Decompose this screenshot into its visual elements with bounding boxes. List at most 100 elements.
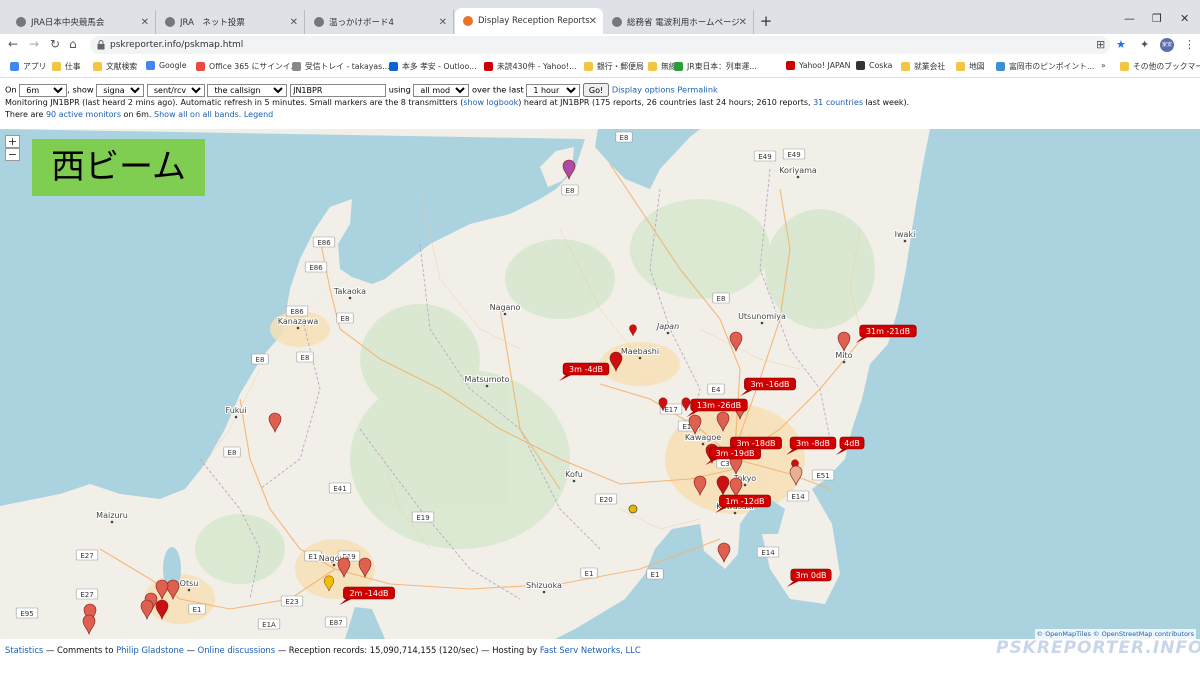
city-label: Utsunomiya <box>738 312 786 321</box>
permalink-link[interactable]: Permalink <box>677 85 717 95</box>
home-icon[interactable]: ⌂ <box>69 37 77 51</box>
bookmark-item[interactable]: 本多 孝安 - Outloo... <box>389 61 477 72</box>
bookmark-item[interactable]: Office 365 にサインイ... <box>196 61 298 72</box>
bookmark-item[interactable]: Coska <box>856 61 892 70</box>
city-label: Fukui <box>226 406 247 415</box>
bookmarks-bar: アプリ 仕事 文献検索 Google Office 365 にサインイ... 受信トレイ … <box>0 56 1200 78</box>
tab-close-icon[interactable]: ✕ <box>589 16 597 27</box>
on-label: On <box>5 84 17 95</box>
minimize-icon[interactable]: — <box>1124 12 1135 25</box>
show-all-bands-link[interactable]: Show all on all bands. <box>154 110 241 119</box>
info-text: ) heard at JN1BPR (175 reports, 26 count… <box>518 98 814 107</box>
bookmark-label: 文献検索 <box>106 62 138 71</box>
new-tab-button[interactable]: + <box>756 11 776 31</box>
tab-1[interactable]: JRA ネット投票 ✕ <box>157 10 305 34</box>
forward-icon[interactable]: → <box>29 37 39 51</box>
tab-4[interactable]: 総務省 電波利用ホームページ | 無線✕ <box>604 10 754 34</box>
map-canvas[interactable]: E8E49 E49E8E86E86E8E86E8E8 E8E4E17E17E8C3E… <box>0 129 1200 639</box>
road-shield: E23 <box>280 595 304 607</box>
road-shield-label: E8 <box>620 134 629 142</box>
bookmark-icon <box>901 62 910 71</box>
road-shield: E49 <box>753 150 777 162</box>
bookmark-item[interactable]: アプリ <box>10 61 46 72</box>
bookmark-item[interactable]: 地図 <box>956 61 985 72</box>
bookmark-item[interactable]: Google <box>146 61 187 70</box>
tab-close-icon[interactable]: ✕ <box>141 17 149 28</box>
tab-2[interactable]: 温っかけボード4 ✕ <box>306 10 454 34</box>
zoom-in-button[interactable]: + <box>5 135 20 148</box>
legend-link[interactable]: Legend <box>244 110 273 119</box>
period-select[interactable]: 1 hour <box>526 83 581 97</box>
bookmark-star-icon[interactable]: ★ <box>1116 38 1126 51</box>
close-window-icon[interactable]: ✕ <box>1180 12 1189 25</box>
tab-close-icon[interactable]: ✕ <box>290 17 298 28</box>
road-shield: E87 <box>324 616 348 628</box>
tab-3[interactable]: Display Reception Reports ✕ <box>455 8 603 34</box>
go-button[interactable]: Go! <box>582 83 610 97</box>
road-shield-label: E14 <box>791 493 805 501</box>
bookmark-item[interactable]: 仕事 <box>52 61 81 72</box>
openmaptiles-link[interactable]: © OpenMapTiles <box>1037 630 1091 638</box>
city-dot <box>743 483 747 487</box>
countries-link[interactable]: 31 countries <box>813 98 863 107</box>
road-shield-label: E8 <box>256 356 265 364</box>
bookmark-item[interactable]: 未読430件 - Yahoo!... <box>484 61 577 72</box>
reception-report-bubble[interactable]: 4dB <box>835 436 865 455</box>
osm-link[interactable]: © OpenStreetMap contributors <box>1093 630 1194 638</box>
statistics-link[interactable]: Statistics <box>5 645 43 655</box>
bookmark-item[interactable]: 富岡市のピンポイント... <box>996 61 1094 72</box>
band-select[interactable]: 6m <box>19 83 68 97</box>
road-shield-label: E86 <box>290 308 304 316</box>
address-bar[interactable]: pskreporter.info/pskmap.html <box>90 36 1110 54</box>
host-link[interactable]: Fast Serv Networks, LLC <box>540 645 641 655</box>
extensions-icon[interactable]: ✦ <box>1140 38 1149 51</box>
bookmark-item[interactable]: 銀行・郵便局 <box>584 61 644 72</box>
display-options-link[interactable]: Display options <box>612 85 675 95</box>
show-logbook-link[interactable]: show logbook <box>463 98 518 107</box>
menu-icon[interactable]: ⋮ <box>1184 38 1195 51</box>
show-select[interactable]: signals <box>96 83 145 97</box>
back-icon[interactable]: ← <box>8 37 18 51</box>
bookmark-label: Office 365 にサインイ... <box>209 62 299 71</box>
zoom-out-button[interactable]: − <box>5 148 20 161</box>
road-shield-label: E8 <box>341 315 350 323</box>
road-shield: E27 <box>75 588 99 600</box>
direction-select[interactable]: sent/rcvd by <box>146 83 205 97</box>
maximize-icon[interactable]: ❐ <box>1152 12 1162 25</box>
bookmark-item[interactable]: 無線 <box>648 61 677 72</box>
road-shield-label: E1A <box>262 621 276 629</box>
tab-favicon-icon <box>165 17 175 27</box>
bookmark-item[interactable]: JR東日本：列車運... <box>674 61 757 72</box>
bookmark-item[interactable]: » <box>1101 61 1106 70</box>
bookmark-label: 仕事 <box>65 62 81 71</box>
bookmark-label: 地図 <box>969 62 985 71</box>
active-monitors-link[interactable]: 90 active monitors <box>46 110 121 119</box>
road-shield: E4 <box>707 383 725 395</box>
tab-0[interactable]: JRA日本中央競馬会 ✕ <box>8 10 156 34</box>
fuji-marker <box>628 504 638 514</box>
bookmark-item[interactable]: 文献検索 <box>93 61 137 72</box>
translate-icon[interactable]: ⊞ <box>1096 38 1105 51</box>
bookmark-item[interactable]: その他のブックマーク <box>1120 61 1200 72</box>
bookmark-item[interactable]: Yahoo! JAPAN <box>786 61 850 70</box>
callsign-input[interactable] <box>290 83 387 97</box>
profile-avatar[interactable]: 家安 <box>1160 38 1174 52</box>
target-select[interactable]: the callsign <box>207 83 288 97</box>
city-label: Iwaki <box>895 230 916 239</box>
report-label: 1m -12dB <box>725 497 764 506</box>
discussions-link[interactable]: Online discussions <box>198 645 275 655</box>
bookmark-item[interactable]: 就業会社 <box>901 61 945 72</box>
site-brand-logo: PSKREPORTER.INFO <box>996 638 1200 658</box>
reload-icon[interactable]: ↻ <box>50 37 60 51</box>
author-link[interactable]: Philip Gladstone <box>116 645 184 655</box>
mode-select[interactable]: all modes <box>413 83 470 97</box>
road-shield: E8 <box>223 446 241 458</box>
bookmark-item[interactable]: 受信トレイ - takayas... <box>292 61 390 72</box>
map-view[interactable]: E8 E49 E49 E8 E86 E86 E8 E86 E8 E8 E8 E4 E17 E17 E8 C3 E… <box>0 129 1200 639</box>
tab-close-icon[interactable]: ✕ <box>439 17 447 28</box>
tab-close-icon[interactable]: ✕ <box>739 17 747 28</box>
road-shield: E86 <box>304 261 328 273</box>
over-label: over the last <box>472 84 524 95</box>
bookmark-icon <box>146 61 155 70</box>
footer-text: — <box>183 645 198 655</box>
